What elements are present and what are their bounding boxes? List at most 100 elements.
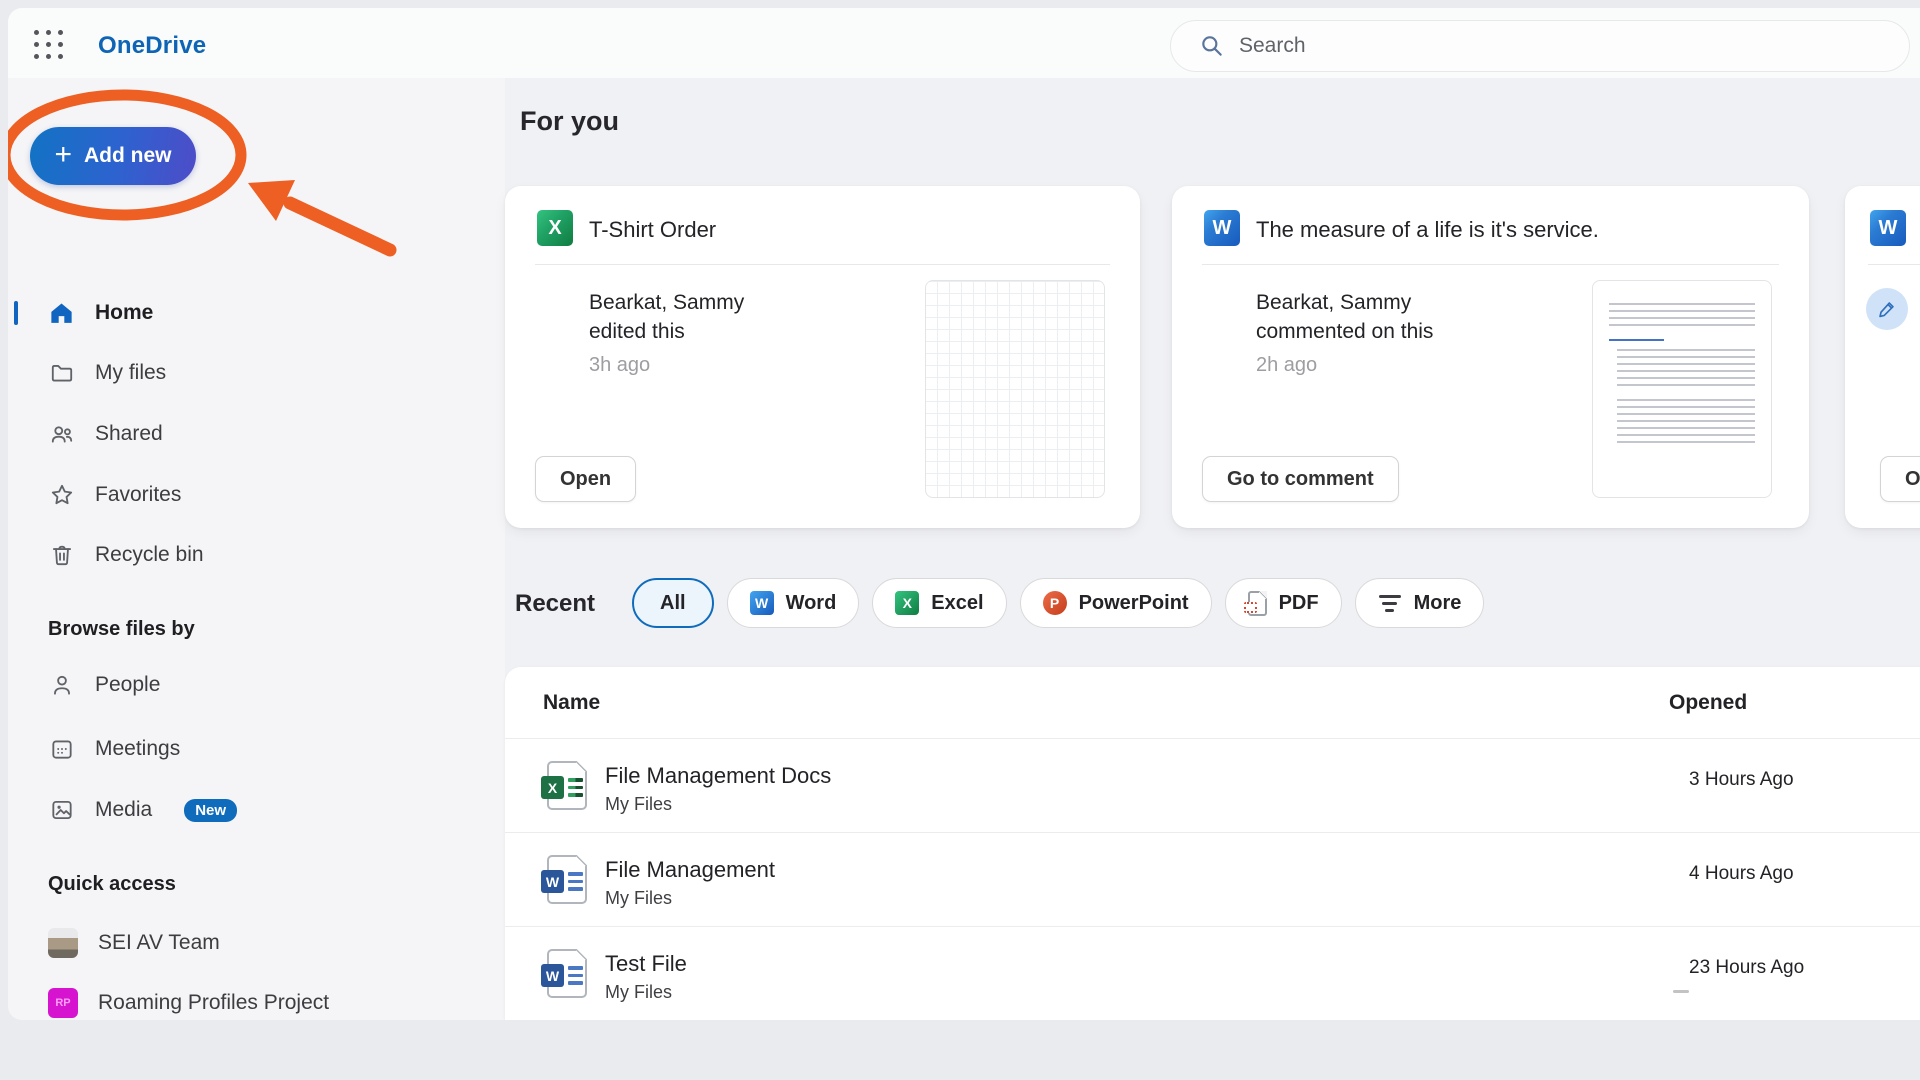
- card-title[interactable]: T-Shirt Order: [589, 217, 716, 243]
- sidebar-item-label: Recycle bin: [95, 543, 204, 566]
- edit-pencil-badge: [1866, 288, 1908, 330]
- sidebar-item-label: Favorites: [95, 483, 182, 506]
- search-bar[interactable]: [1170, 20, 1910, 72]
- word-document-icon: W: [541, 949, 587, 998]
- file-opened-time: 3 Hours Ago: [1689, 769, 1794, 790]
- for-you-card-tshirt-order: X T-Shirt Order Bearkat, Sammy edited th…: [505, 186, 1140, 528]
- card-activity-text: Bearkat, Sammy commented on this: [1256, 291, 1434, 343]
- filter-pill-word[interactable]: W Word: [726, 578, 860, 628]
- card-title[interactable]: The measure of a life is it's service.: [1256, 217, 1599, 243]
- quick-access-item-sei-av-team[interactable]: SEI AV Team: [18, 919, 488, 967]
- column-header-name[interactable]: Name: [543, 667, 600, 738]
- sidebar-item-home[interactable]: Home: [14, 289, 488, 337]
- filter-pill-more[interactable]: More: [1354, 578, 1485, 628]
- pencil-icon: [1879, 302, 1894, 318]
- sidebar-item-meetings[interactable]: Meetings: [18, 725, 488, 773]
- sidebar-item-label: People: [95, 673, 161, 696]
- filter-icon: [1378, 594, 1402, 612]
- file-name[interactable]: File Management: [605, 857, 775, 883]
- card-timestamp: 3h ago: [589, 354, 651, 376]
- document-thumbnail[interactable]: [1592, 280, 1772, 498]
- word-file-icon: W: [1870, 210, 1906, 246]
- open-button[interactable]: Open: [1880, 456, 1920, 502]
- spreadsheet-thumbnail[interactable]: [925, 280, 1105, 498]
- file-location: My Files: [605, 982, 672, 1002]
- filter-pill-powerpoint[interactable]: P PowerPoint: [1019, 578, 1212, 628]
- scroll-dash-artifact: [1673, 990, 1689, 993]
- people-icon: [48, 421, 75, 448]
- recent-filter-pills: All W Word X Excel P PowerPoint PDF More: [632, 578, 1485, 628]
- thumbnail-text-lines: [1617, 349, 1755, 389]
- search-input[interactable]: [1239, 34, 1799, 58]
- person-icon: [48, 672, 75, 699]
- home-icon: [48, 300, 75, 327]
- thumbnail-text-lines: [1617, 399, 1755, 443]
- sidebar-item-label: Meetings: [95, 737, 181, 760]
- word-file-icon: W: [1204, 210, 1240, 246]
- table-row-file-management-docs[interactable]: X File Management Docs My Files 3 Hours …: [505, 738, 1920, 832]
- add-new-label: Add new: [84, 144, 172, 167]
- sidebar-item-label: Shared: [95, 422, 163, 445]
- card-divider: [1202, 264, 1779, 265]
- sidebar-item-recycle-bin[interactable]: Recycle bin: [18, 531, 488, 579]
- card-timestamp: 2h ago: [1256, 354, 1318, 376]
- excel-icon: X: [895, 591, 920, 615]
- sidebar-item-my-files[interactable]: My files: [18, 349, 488, 397]
- quick-access-label: SEI AV Team: [98, 931, 220, 954]
- file-opened-time: 4 Hours Ago: [1689, 863, 1794, 884]
- plus-icon: +: [54, 137, 73, 171]
- for-you-card-partial: W Open: [1845, 186, 1920, 528]
- sidebar-item-label: Home: [95, 301, 154, 324]
- column-header-opened[interactable]: Opened: [1669, 667, 1747, 738]
- file-location: My Files: [605, 794, 672, 814]
- word-icon: W: [749, 591, 774, 615]
- quick-access-item-roaming-profiles[interactable]: RP Roaming Profiles Project: [18, 979, 488, 1020]
- app-launcher-waffle-icon[interactable]: [30, 26, 68, 64]
- thumbnail-text-lines: [1609, 303, 1755, 329]
- sidebar-item-media[interactable]: Media New: [18, 786, 488, 834]
- new-badge: New: [184, 798, 238, 822]
- recent-title: Recent: [515, 590, 596, 617]
- table-row-file-management[interactable]: W File Management My Files 4 Hours Ago: [505, 832, 1920, 926]
- filter-pill-all[interactable]: All: [632, 578, 714, 628]
- for-you-title: For you: [520, 106, 619, 136]
- folder-icon: [48, 360, 75, 387]
- card-divider: [1868, 264, 1920, 265]
- active-indicator: [14, 301, 18, 325]
- sidebar-item-label: Media: [95, 798, 153, 821]
- sidebar-item-favorites[interactable]: Favorites: [18, 471, 488, 519]
- browse-files-by-header: Browse files by: [48, 618, 195, 640]
- star-icon: [48, 482, 75, 509]
- recent-files-table: Name Opened X File Management Docs My Fi…: [505, 667, 1920, 1020]
- excel-file-icon: X: [537, 210, 573, 246]
- onedrive-app-window: OneDrive + Add new Home My files: [8, 8, 1920, 1020]
- search-icon: [1202, 36, 1222, 56]
- team-thumbnail-icon: [48, 928, 78, 958]
- quick-access-label: Roaming Profiles Project: [98, 991, 330, 1014]
- quick-access-header: Quick access: [48, 873, 176, 895]
- table-row-test-file[interactable]: W Test File My Files 23 Hours Ago: [505, 926, 1920, 1020]
- word-document-icon: W: [541, 855, 587, 904]
- powerpoint-icon: P: [1042, 591, 1067, 615]
- card-activity-text: Bearkat, Sammy edited this: [589, 291, 745, 343]
- thumbnail-link-line: [1609, 339, 1665, 341]
- add-new-button[interactable]: + Add new: [30, 127, 196, 185]
- file-name[interactable]: File Management Docs: [605, 763, 831, 789]
- calendar-icon: [48, 736, 75, 763]
- go-to-comment-button[interactable]: Go to comment: [1202, 456, 1399, 502]
- sidebar-item-people[interactable]: People: [18, 661, 488, 709]
- file-location: My Files: [605, 888, 672, 908]
- trash-icon: [48, 542, 75, 569]
- sidebar-item-shared[interactable]: Shared: [18, 410, 488, 458]
- pdf-icon: [1243, 590, 1267, 616]
- image-icon: [48, 797, 75, 824]
- file-opened-time: 23 Hours Ago: [1689, 957, 1805, 978]
- initials-tile-icon: RP: [48, 988, 78, 1018]
- file-name[interactable]: Test File: [605, 951, 687, 977]
- card-divider: [535, 264, 1110, 265]
- for-you-card-measure-of-life: W The measure of a life is it's service.…: [1172, 186, 1809, 528]
- onedrive-logo[interactable]: OneDrive: [98, 32, 206, 60]
- filter-pill-pdf[interactable]: PDF: [1224, 578, 1342, 628]
- open-button[interactable]: Open: [535, 456, 637, 502]
- filter-pill-excel[interactable]: X Excel: [872, 578, 1007, 628]
